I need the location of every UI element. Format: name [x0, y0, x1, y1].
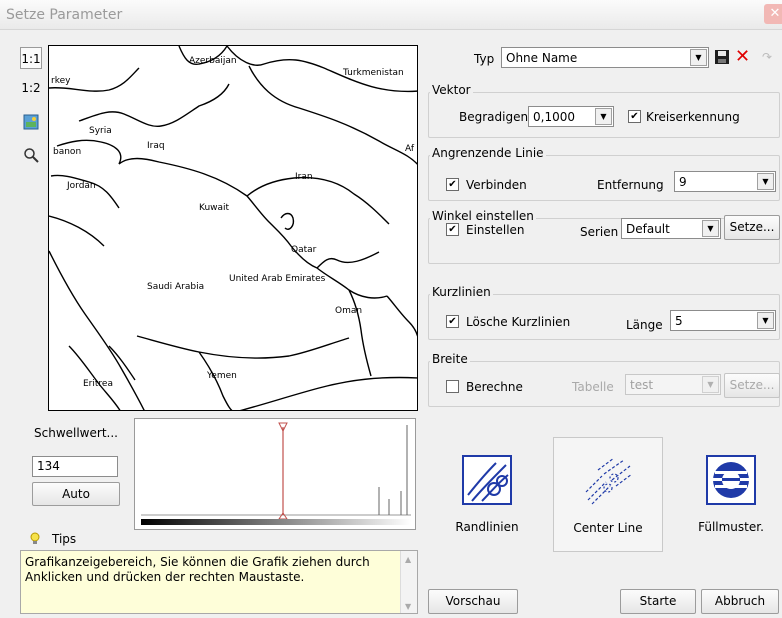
map-label-turkey: rkey [51, 76, 71, 86]
entfernung-value: 9 [679, 175, 687, 189]
map-label-oman: Oman [335, 306, 363, 316]
mode-randlinien[interactable]: Randlinien [432, 437, 542, 552]
begradigen-value: 0,1000 [533, 110, 575, 124]
tips-box: Grafikanzeigebereich, Sie können die Gra… [20, 550, 418, 614]
tips-bulb-icon [30, 532, 40, 549]
zoom-1-1-button[interactable]: 1:1 [20, 47, 42, 69]
randlinien-icon [462, 455, 512, 505]
mode-fuellmuster[interactable]: Füllmuster. [676, 437, 782, 552]
map-label-qatar: Qatar [291, 245, 317, 255]
refresh-icon[interactable]: ↷ [762, 50, 772, 64]
berechne-label: Berechne [466, 380, 523, 394]
map-label-syria: Syria [89, 126, 112, 136]
typ-label: Typ [474, 52, 495, 66]
histogram-graph [141, 422, 411, 525]
mode-center-line[interactable]: Center Line [553, 437, 663, 552]
chevron-down-icon: ▼ [595, 108, 612, 125]
picture-icon [23, 114, 39, 130]
dialog-window: Setze Parameter ✕ 1:1 1:2 rkey Azerbaija… [0, 0, 782, 618]
chevron-down-icon: ▼ [702, 220, 719, 237]
berechne-checkbox[interactable] [446, 380, 459, 393]
winkel-group-title: Winkel einstellen [430, 209, 536, 223]
abbruch-button[interactable]: Abbruch [701, 589, 779, 614]
map-label-uae: United Arab Emirates [229, 274, 326, 284]
angrenzende-group-title: Angrenzende Linie [430, 146, 546, 160]
auto-button[interactable]: Auto [32, 482, 120, 506]
tabelle-value: test [630, 378, 654, 392]
map-label-turkmenistan: Turkmenistan [343, 68, 404, 78]
tips-text: Grafikanzeigebereich, Sie können die Gra… [25, 555, 370, 584]
chevron-down-icon: ▼ [702, 376, 719, 393]
breite-setze-button[interactable]: Setze... [724, 373, 780, 398]
vorschau-button[interactable]: Vorschau [428, 589, 518, 614]
serien-label: Serien [580, 225, 619, 239]
laenge-value: 5 [675, 314, 683, 328]
laenge-label: Länge [626, 318, 663, 332]
center-line-label: Center Line [573, 521, 643, 535]
map-label-eritrea: Eritrea [83, 379, 113, 389]
title-bar: Setze Parameter ✕ [0, 0, 782, 30]
graphic-display-area[interactable]: rkey Azerbaijan Turkmenistan Syria Iraq … [48, 45, 418, 411]
chevron-down-icon: ▼ [757, 312, 774, 329]
loesche-kurzlinien-label: Lösche Kurzlinien [466, 315, 571, 329]
kreiserkennung-checkbox[interactable]: ✔ [628, 110, 641, 123]
threshold-label: Schwellwert... [34, 426, 118, 440]
vektor-group-title: Vektor [430, 83, 473, 97]
kreiserkennung-label: Kreiserkennung [646, 110, 740, 124]
map-label-iran: Iran [295, 172, 313, 182]
center-line-icon [585, 457, 633, 505]
entfernung-select[interactable]: 9 ▼ [674, 171, 776, 192]
map-label-jordan: Jordan [67, 181, 96, 191]
map-label-kuwait: Kuwait [199, 203, 230, 213]
close-button[interactable]: ✕ [764, 4, 782, 24]
begradigen-select[interactable]: 0,1000 ▼ [528, 106, 614, 127]
winkel-setze-button[interactable]: Setze... [724, 215, 780, 240]
map-label-afghanistan: Af [405, 144, 415, 154]
typ-select-value: Ohne Name [506, 51, 578, 65]
tips-scrollbar[interactable]: ▲ ▼ [400, 551, 417, 613]
fuellmuster-label: Füllmuster. [698, 520, 764, 534]
serien-value: Default [626, 222, 670, 236]
starte-button[interactable]: Starte [620, 589, 696, 614]
verbinden-label: Verbinden [466, 178, 527, 192]
serien-select[interactable]: Default ▼ [621, 218, 721, 239]
laenge-select[interactable]: 5 ▼ [670, 310, 776, 331]
einstellen-checkbox[interactable]: ✔ [446, 223, 459, 236]
begradigen-label: Begradigen [459, 110, 529, 124]
magnifier-icon [24, 148, 39, 163]
zoom-tool-button[interactable] [20, 147, 42, 169]
map-label-saudi-arabia: Saudi Arabia [147, 282, 205, 292]
tips-label: Tips [52, 532, 77, 546]
map-label-azerbaijan: Azerbaijan [189, 56, 237, 66]
map-label-yemen: Yemen [207, 371, 237, 381]
histogram[interactable] [134, 418, 416, 530]
typ-select[interactable]: Ohne Name ▼ [501, 47, 709, 68]
fit-image-button[interactable] [20, 114, 42, 136]
threshold-input[interactable]: 134 [32, 456, 118, 477]
save-icon[interactable] [714, 49, 730, 68]
chevron-down-icon: ▼ [690, 49, 707, 66]
loesche-kurzlinien-checkbox[interactable]: ✔ [446, 315, 459, 328]
map-label-lebanon: banon [53, 147, 82, 157]
kurzlinien-group-title: Kurzlinien [430, 285, 493, 299]
breite-group-title: Breite [430, 352, 470, 366]
middle-east-map [49, 46, 417, 410]
tabelle-select[interactable]: test ▼ [625, 374, 721, 395]
entfernung-label: Entfernung [597, 178, 664, 192]
zoom-1-2-button[interactable]: 1:2 [20, 77, 42, 99]
map-label-iraq: Iraq [147, 141, 165, 151]
tabelle-label: Tabelle [572, 380, 614, 394]
delete-icon[interactable]: ✕ [735, 46, 750, 67]
chevron-down-icon: ▼ [757, 173, 774, 190]
randlinien-label: Randlinien [455, 520, 519, 534]
window-title: Setze Parameter [6, 7, 123, 23]
einstellen-label: Einstellen [466, 223, 525, 237]
verbinden-checkbox[interactable]: ✔ [446, 178, 459, 191]
fill-pattern-icon [706, 455, 756, 505]
